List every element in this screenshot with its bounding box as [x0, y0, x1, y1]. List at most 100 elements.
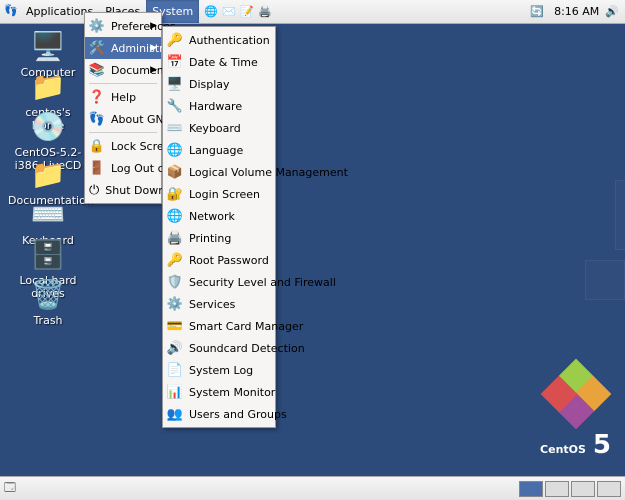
menu-item-label: Smart Card Manager [189, 320, 303, 333]
submenu-arrow-icon: ▶ [150, 21, 157, 31]
workspace-pager[interactable] [519, 481, 621, 497]
workspace-4[interactable] [597, 481, 621, 497]
gnome-foot-icon: 👣 [4, 4, 20, 20]
admin-menu-item-system-monitor[interactable]: 📊 System Monitor [163, 381, 275, 403]
admin-menu-item-network[interactable]: 🌐 Network [163, 205, 275, 227]
system-menu-item-help[interactable]: ❓ Help [85, 86, 161, 108]
admin-menu-item-logical-volume-management[interactable]: 📦Logical Volume Management [163, 161, 275, 183]
system-menu-item-shut-down[interactable]: ⏻Shut Down... [85, 179, 161, 201]
menu-item-label: Network [189, 210, 235, 223]
system-menu-item-lock-screen[interactable]: 🔒Lock Screen [85, 135, 161, 157]
language-icon: 🌐 [167, 142, 183, 158]
printing-icon: 🖨️ [167, 230, 183, 246]
admin-menu-item-security-level-and-firewall[interactable]: 🛡️Security Level and Firewall [163, 271, 275, 293]
centos-logo-text: CentOS 5 [540, 430, 611, 460]
admin-menu-item-users-and-groups[interactable]: 👥Users and Groups [163, 403, 275, 425]
system-menu-item-administration[interactable]: 🛠️Administration▶ [85, 37, 161, 59]
centos-logo-mark [546, 364, 606, 424]
soundcard-detection-icon: 🔊 [167, 340, 183, 356]
menu-item-label: Logical Volume Management [189, 166, 348, 179]
admin-menu-item-services[interactable]: ⚙️ Services [163, 293, 275, 315]
menu-item-label: Users and Groups [189, 408, 287, 421]
menu-item-label: Security Level and Firewall [189, 276, 336, 289]
admin-menu-item-display[interactable]: 🖥️Display [163, 73, 275, 95]
menu-item-label: Language [189, 144, 243, 157]
desktop-icon-glyph: 🗄️ [30, 236, 66, 272]
authentication-icon: 🔑 [167, 32, 183, 48]
desktop-icon-glyph: 💿 [30, 108, 66, 144]
launcher-icon-3[interactable]: 🖨️ [257, 4, 273, 20]
system-menu-separator [89, 132, 157, 133]
admin-menu-item-date-time[interactable]: 📅 Date & Time [163, 51, 275, 73]
administration-submenu: 🔑 Authentication 📅 Date & Time 🖥️Display 🔧 Har… [162, 26, 276, 428]
network-icon: 🌐 [167, 208, 183, 224]
submenu-arrow-icon: ▶ [150, 43, 157, 53]
workspace-3[interactable] [571, 481, 595, 497]
workspace-2[interactable] [545, 481, 569, 497]
launcher-icon-0[interactable]: 🌐 [203, 4, 219, 20]
show-desktop-button[interactable]: 🗔 [4, 479, 16, 498]
menu-item-label: Hardware [189, 100, 242, 113]
keyboard-icon: ⌨️ [167, 120, 183, 136]
desktop-icon-glyph: 🗑️ [30, 276, 66, 312]
bottom-panel: 🗔 [0, 476, 625, 500]
services-icon: ⚙️ [167, 296, 183, 312]
help-icon: ❓ [89, 89, 105, 105]
login-screen-icon: 🔐 [167, 186, 183, 202]
submenu-arrow-icon: ▶ [150, 65, 157, 75]
admin-menu-item-login-screen[interactable]: 🔐Login Screen [163, 183, 275, 205]
admin-menu-item-authentication[interactable]: 🔑 Authentication [163, 29, 275, 51]
preferences-icon: ⚙️ [89, 18, 105, 34]
clock[interactable]: 8:16 AM [548, 5, 605, 18]
system-menu-item-preferences[interactable]: ⚙️Preferences▶ [85, 15, 161, 37]
shut-down-icon: ⏻ [89, 182, 99, 198]
menu-item-label: Root Password [189, 254, 269, 267]
desktop-icon-glyph: 📁 [30, 156, 66, 192]
launcher-icon-2[interactable]: 📝 [239, 4, 255, 20]
admin-menu-item-soundcard-detection[interactable]: 🔊Soundcard Detection [163, 337, 275, 359]
desktop-icon-glyph: 📁 [30, 68, 66, 104]
menu-item-label: Help [111, 91, 136, 104]
menu-item-label: Display [189, 78, 230, 91]
volume-icon[interactable]: 🔊 [605, 5, 625, 18]
lock-screen-icon: 🔒 [89, 138, 105, 154]
admin-menu-item-language[interactable]: 🌐 Language [163, 139, 275, 161]
documentation-icon: 📚 [89, 62, 105, 78]
date-time-icon: 📅 [167, 54, 183, 70]
menu-item-label: System Monitor [189, 386, 275, 399]
admin-menu-item-root-password[interactable]: 🔑 Root Password [163, 249, 275, 271]
system-monitor-icon: 📊 [167, 384, 183, 400]
system-menu: ⚙️Preferences▶🛠️Administration▶📚Document… [84, 12, 162, 204]
desktop-icon-glyph: ⌨️ [30, 196, 66, 232]
menu-item-label: Printing [189, 232, 231, 245]
menu-item-label: Date & Time [189, 56, 258, 69]
desktop-icon-label: Trash [8, 314, 88, 327]
update-icon[interactable]: 🔄 [530, 5, 544, 18]
desktop-icon-trash[interactable]: 🗑️ Trash [8, 276, 88, 327]
menu-item-label: System Log [189, 364, 253, 377]
menu-item-label: Authentication [189, 34, 270, 47]
security-level-and-firewall-icon: 🛡️ [167, 274, 183, 290]
admin-menu-item-printing[interactable]: 🖨️ Printing [163, 227, 275, 249]
system-menu-item-about-gnome[interactable]: 👣About GNOME [85, 108, 161, 130]
users-and-groups-icon: 👥 [167, 406, 183, 422]
centos-logo: CentOS 5 [540, 364, 611, 460]
system-log-icon: 📄 [167, 362, 183, 378]
menu-item-label: Services [189, 298, 235, 311]
root-password-icon: 🔑 [167, 252, 183, 268]
administration-icon: 🛠️ [89, 40, 105, 56]
admin-menu-item-smart-card-manager[interactable]: 💳Smart Card Manager [163, 315, 275, 337]
system-menu-item-log-out-centos[interactable]: 🚪Log Out centos... [85, 157, 161, 179]
smart-card-manager-icon: 💳 [167, 318, 183, 334]
admin-menu-item-keyboard[interactable]: ⌨️Keyboard [163, 117, 275, 139]
desktop-icon-glyph: 🖥️ [30, 28, 66, 64]
workspace-1[interactable] [519, 481, 543, 497]
hardware-icon: 🔧 [167, 98, 183, 114]
about-gnome-icon: 👣 [89, 111, 105, 127]
system-menu-separator [89, 83, 157, 84]
launcher-icon-1[interactable]: ✉️ [221, 4, 237, 20]
system-menu-item-documentation[interactable]: 📚Documentation▶ [85, 59, 161, 81]
admin-menu-item-system-log[interactable]: 📄 System Log [163, 359, 275, 381]
admin-menu-item-hardware[interactable]: 🔧 Hardware [163, 95, 275, 117]
logical-volume-management-icon: 📦 [167, 164, 183, 180]
